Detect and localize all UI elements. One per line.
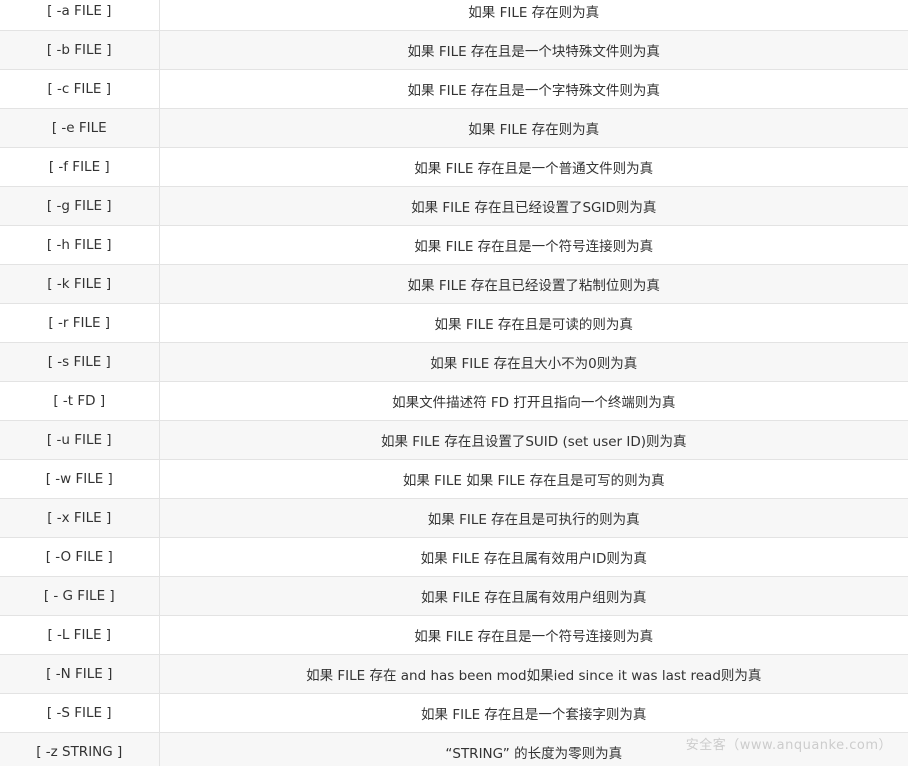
- table-row: [ -b FILE ] 如果 FILE 存在且是一个块特殊文件则为真: [0, 30, 908, 70]
- description-cell: 如果文件描述符 FD 打开且指向一个终端则为真: [159, 381, 908, 421]
- table-row: [ -N FILE ] 如果 FILE 存在 and has been mod如…: [0, 654, 908, 694]
- operator-cell: [ -N FILE ]: [0, 654, 160, 694]
- description-cell: 如果 FILE 存在且是一个块特殊文件则为真: [159, 30, 908, 70]
- table-row: [ -a FILE ] 如果 FILE 存在则为真: [0, 0, 908, 31]
- table-row: [ -u FILE ] 如果 FILE 存在且设置了SUID (set user…: [0, 420, 908, 460]
- table-row: [ -r FILE ] 如果 FILE 存在且是可读的则为真: [0, 303, 908, 343]
- operator-cell: [ -L FILE ]: [0, 615, 160, 655]
- table-row: [ -s FILE ] 如果 FILE 存在且大小不为0则为真: [0, 342, 908, 382]
- table-row: [ -f FILE ] 如果 FILE 存在且是一个普通文件则为真: [0, 147, 908, 187]
- operator-cell: [ -k FILE ]: [0, 264, 160, 304]
- table-row: [ -O FILE ] 如果 FILE 存在且属有效用户ID则为真: [0, 537, 908, 577]
- operator-cell: [ -x FILE ]: [0, 498, 160, 538]
- table-row: [ -k FILE ] 如果 FILE 存在且已经设置了粘制位则为真: [0, 264, 908, 304]
- description-cell: 如果 FILE 存在且大小不为0则为真: [159, 342, 908, 382]
- operator-cell: [ -t FD ]: [0, 381, 160, 421]
- operator-cell: [ -O FILE ]: [0, 537, 160, 577]
- page: [ -a FILE ] 如果 FILE 存在则为真 [ -b FILE ] 如果…: [0, 0, 908, 766]
- operator-cell: [ -z STRING ]: [0, 732, 160, 766]
- operator-cell: [ -s FILE ]: [0, 342, 160, 382]
- operator-cell: [ -e FILE: [0, 108, 160, 148]
- operator-cell: [ -c FILE ]: [0, 69, 160, 109]
- watermark: 安全客（www.anquanke.com）: [685, 738, 892, 753]
- table-row: [ -e FILE 如果 FILE 存在则为真: [0, 108, 908, 148]
- description-cell: 如果 FILE 存在且属有效用户组则为真: [159, 576, 908, 616]
- table-row: [ -t FD ] 如果文件描述符 FD 打开且指向一个终端则为真: [0, 381, 908, 421]
- table-row: [ -S FILE ] 如果 FILE 存在且是一个套接字则为真: [0, 693, 908, 733]
- file-test-table: [ -a FILE ] 如果 FILE 存在则为真 [ -b FILE ] 如果…: [0, 0, 908, 766]
- operator-cell: [ -a FILE ]: [0, 0, 160, 31]
- operator-cell: [ -b FILE ]: [0, 30, 160, 70]
- table-row: [ -w FILE ] 如果 FILE 如果 FILE 存在且是可写的则为真: [0, 459, 908, 499]
- table-row: [ -L FILE ] 如果 FILE 存在且是一个符号连接则为真: [0, 615, 908, 655]
- description-cell: 如果 FILE 存在且是可执行的则为真: [159, 498, 908, 538]
- operator-cell: [ -f FILE ]: [0, 147, 160, 187]
- description-cell: 如果 FILE 存在且已经设置了SGID则为真: [159, 186, 908, 226]
- description-cell: 如果 FILE 存在且是可读的则为真: [159, 303, 908, 343]
- description-cell: 如果 FILE 如果 FILE 存在且是可写的则为真: [159, 459, 908, 499]
- operator-cell: [ -h FILE ]: [0, 225, 160, 265]
- description-cell: 如果 FILE 存在且是一个字特殊文件则为真: [159, 69, 908, 109]
- operator-cell: [ -u FILE ]: [0, 420, 160, 460]
- description-cell: 如果 FILE 存在且设置了SUID (set user ID)则为真: [159, 420, 908, 460]
- description-cell: 如果 FILE 存在 and has been mod如果ied since i…: [159, 654, 908, 694]
- operator-cell: [ -S FILE ]: [0, 693, 160, 733]
- description-cell: 如果 FILE 存在且是一个普通文件则为真: [159, 147, 908, 187]
- table-row: [ -x FILE ] 如果 FILE 存在且是可执行的则为真: [0, 498, 908, 538]
- table-row: [ - G FILE ] 如果 FILE 存在且属有效用户组则为真: [0, 576, 908, 616]
- description-cell: 如果 FILE 存在且是一个符号连接则为真: [159, 615, 908, 655]
- description-cell: 如果 FILE 存在则为真: [159, 108, 908, 148]
- operator-cell: [ -w FILE ]: [0, 459, 160, 499]
- table-row: [ -h FILE ] 如果 FILE 存在且是一个符号连接则为真: [0, 225, 908, 265]
- description-cell: 如果 FILE 存在且已经设置了粘制位则为真: [159, 264, 908, 304]
- description-cell: 如果 FILE 存在且属有效用户ID则为真: [159, 537, 908, 577]
- description-cell: 如果 FILE 存在且是一个符号连接则为真: [159, 225, 908, 265]
- table-row: [ -g FILE ] 如果 FILE 存在且已经设置了SGID则为真: [0, 186, 908, 226]
- description-cell: 如果 FILE 存在且是一个套接字则为真: [159, 693, 908, 733]
- table-row: [ -c FILE ] 如果 FILE 存在且是一个字特殊文件则为真: [0, 69, 908, 109]
- operator-cell: [ -r FILE ]: [0, 303, 160, 343]
- operator-cell: [ - G FILE ]: [0, 576, 160, 616]
- operator-cell: [ -g FILE ]: [0, 186, 160, 226]
- description-cell: 如果 FILE 存在则为真: [159, 0, 908, 31]
